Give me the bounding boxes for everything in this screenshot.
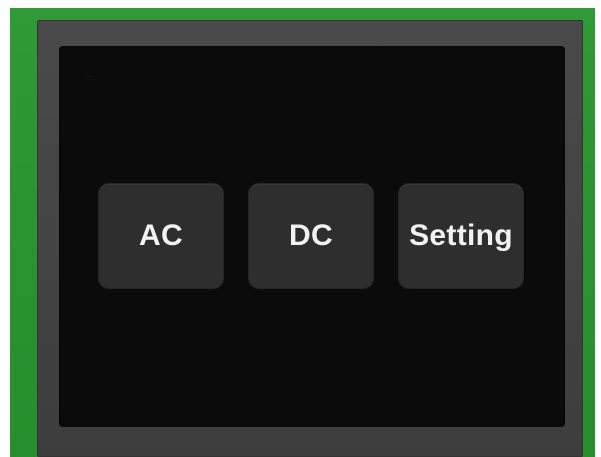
setting-button-label: Setting [409,219,513,252]
lcd-screen: ⁻· AC DC Setting [59,46,565,427]
setting-button[interactable]: Setting [399,184,523,288]
screen-artifact: ⁻· [86,74,95,85]
dc-mode-button-label: DC [289,219,333,252]
ac-mode-button-label: AC [139,219,183,252]
ac-mode-button[interactable]: AC [99,184,223,288]
dc-mode-button[interactable]: DC [249,184,373,288]
